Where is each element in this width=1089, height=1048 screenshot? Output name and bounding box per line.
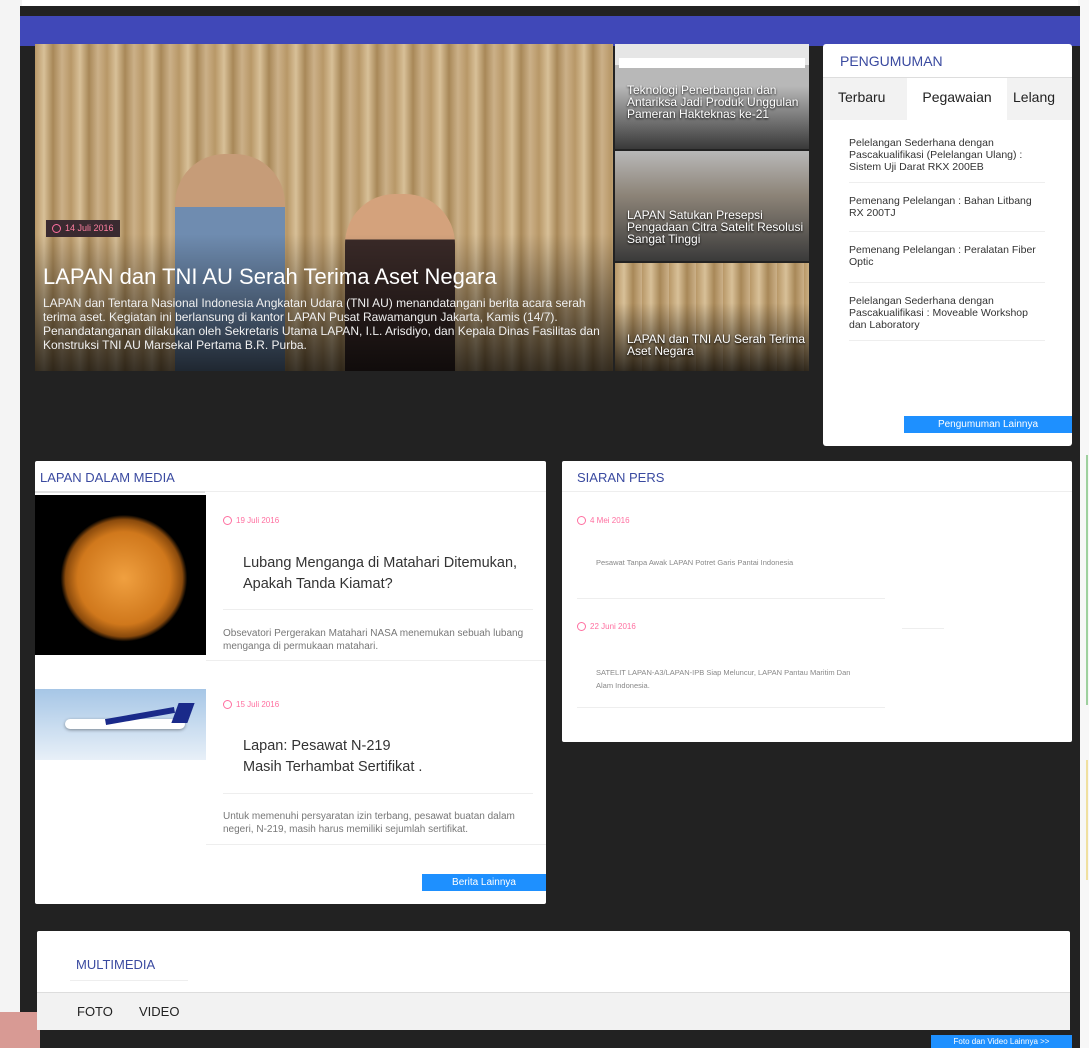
announcements-more-button[interactable]: Pengumuman Lainnya: [904, 416, 1072, 433]
side-news-label[interactable]: LAPAN Satukan Presepsi Pengadaan Citra S…: [627, 209, 809, 245]
divider: [577, 598, 885, 599]
clock-icon: [577, 622, 586, 631]
divider: [206, 844, 546, 845]
announcements-panel: PENGUMUMAN Terbaru Pegawaian Lelang Pele…: [823, 44, 1072, 446]
corner-decoration: [0, 1012, 40, 1048]
announcement-item[interactable]: Pelelangan Sederhana dengan Pascakualifi…: [849, 283, 1045, 341]
top-bar: [20, 6, 1080, 16]
announcements-title: PENGUMUMAN: [840, 53, 943, 69]
media-news-description: Obsevatori Pergerakan Matahari NASA mene…: [223, 628, 524, 652]
clock-icon: [52, 224, 61, 233]
divider: [223, 793, 533, 794]
media-date-text: 15 Juli 2016: [236, 700, 280, 709]
lapan-media-panel: LAPAN DALAM MEDIA 19 Juli 2016 Lubang Me…: [35, 461, 546, 904]
media-news-description: Untuk memenuhi persyaratan izin terbang,…: [223, 811, 515, 835]
side-news-image-header: [619, 58, 805, 68]
side-news-label[interactable]: Teknologi Penerbangan dan Antariksa Jadi…: [627, 84, 809, 120]
tab-pegawaian[interactable]: Pegawaian: [907, 78, 1007, 121]
divider: [70, 980, 188, 981]
announcement-item[interactable]: Pemenang Pelelangan : Bahan Litbang RX 2…: [849, 183, 1045, 232]
media-title: LAPAN DALAM MEDIA: [40, 470, 175, 485]
media-date: 19 Juli 2016: [223, 516, 279, 525]
multimedia-panel: MULTIMEDIA FOTO VIDEO: [37, 931, 1070, 1030]
side-news-label[interactable]: LAPAN dan TNI AU Serah Terima Aset Negar…: [627, 333, 809, 357]
press-date: 4 Mei 2016: [577, 516, 630, 525]
hero-date: 14 Juli 2016: [65, 223, 114, 233]
page: 14 Juli 2016 LAPAN dan TNI AU Serah Teri…: [0, 0, 1089, 1048]
press-item-title[interactable]: Pesawat Tanpa Awak LAPAN Potret Garis Pa…: [596, 556, 796, 569]
tab-terbaru[interactable]: Terbaru: [838, 88, 885, 106]
press-title: SIARAN PERS: [577, 470, 665, 485]
press-release-panel: SIARAN PERS 4 Mei 2016 Pesawat Tanpa Awa…: [562, 461, 1072, 742]
divider: [223, 609, 533, 610]
side-news-item-3[interactable]: LAPAN dan TNI AU Serah Terima Aset Negar…: [615, 263, 809, 371]
right-accent-yellow: [1086, 760, 1088, 880]
divider: [902, 628, 944, 629]
announcement-item[interactable]: Pelelangan Sederhana dengan Pascakualifi…: [849, 130, 1045, 183]
hero-date-badge: 14 Juli 2016: [46, 220, 120, 237]
hero-article[interactable]: 14 Juli 2016 LAPAN dan TNI AU Serah Teri…: [35, 44, 613, 371]
plane-tail: [171, 703, 195, 723]
press-date-text: 4 Mei 2016: [590, 516, 630, 525]
media-more-button[interactable]: Berita Lainnya: [422, 874, 546, 891]
clock-icon: [577, 516, 586, 525]
blue-nav-bar: [20, 16, 1080, 46]
side-news-item-2[interactable]: LAPAN Satukan Presepsi Pengadaan Citra S…: [615, 151, 809, 261]
tab-lelang[interactable]: Lelang: [1013, 88, 1055, 106]
multimedia-more-button[interactable]: Foto dan Video Lainnya >>: [931, 1035, 1072, 1048]
announcement-item[interactable]: Pemenang Pelelangan : Peralatan Fiber Op…: [849, 232, 1045, 283]
press-date-text: 22 Juni 2016: [590, 622, 636, 631]
clock-icon: [223, 516, 232, 525]
media-news-title[interactable]: Lubang Menganga di Matahari Ditemukan, A…: [243, 553, 523, 595]
announcements-list: Pelelangan Sederhana dengan Pascakualifi…: [849, 130, 1045, 341]
media-date: 15 Juli 2016: [223, 700, 279, 709]
press-item-title[interactable]: SATELIT LAPAN-A3/LAPAN-IPB Siap Meluncur…: [596, 666, 866, 692]
divider: [206, 660, 546, 661]
left-border: [0, 0, 22, 1048]
hero-description: LAPAN dan Tentara Nasional Indonesia Ang…: [43, 296, 600, 352]
plane-image[interactable]: [35, 689, 206, 760]
divider: [577, 707, 885, 708]
clock-icon: [223, 700, 232, 709]
tab-video[interactable]: VIDEO: [139, 1004, 179, 1019]
multimedia-title: MULTIMEDIA: [76, 957, 156, 972]
divider: [562, 491, 1072, 492]
announcements-tabs: Terbaru Pegawaian Lelang: [823, 77, 1072, 121]
media-news-title[interactable]: Lapan: Pesawat N-219 Masih Terhambat Ser…: [243, 736, 433, 778]
multimedia-tabs: FOTO VIDEO: [37, 992, 1070, 1030]
tab-foto[interactable]: FOTO: [77, 1004, 113, 1019]
side-news-item-1[interactable]: Teknologi Penerbangan dan Antariksa Jadi…: [615, 44, 809, 149]
hero-title[interactable]: LAPAN dan TNI AU Serah Terima Aset Negar…: [43, 264, 603, 290]
press-date: 22 Juni 2016: [577, 622, 636, 631]
sun-image[interactable]: [35, 495, 206, 655]
media-date-text: 19 Juli 2016: [236, 516, 280, 525]
divider: [35, 491, 205, 493]
right-accent-green: [1086, 455, 1088, 705]
